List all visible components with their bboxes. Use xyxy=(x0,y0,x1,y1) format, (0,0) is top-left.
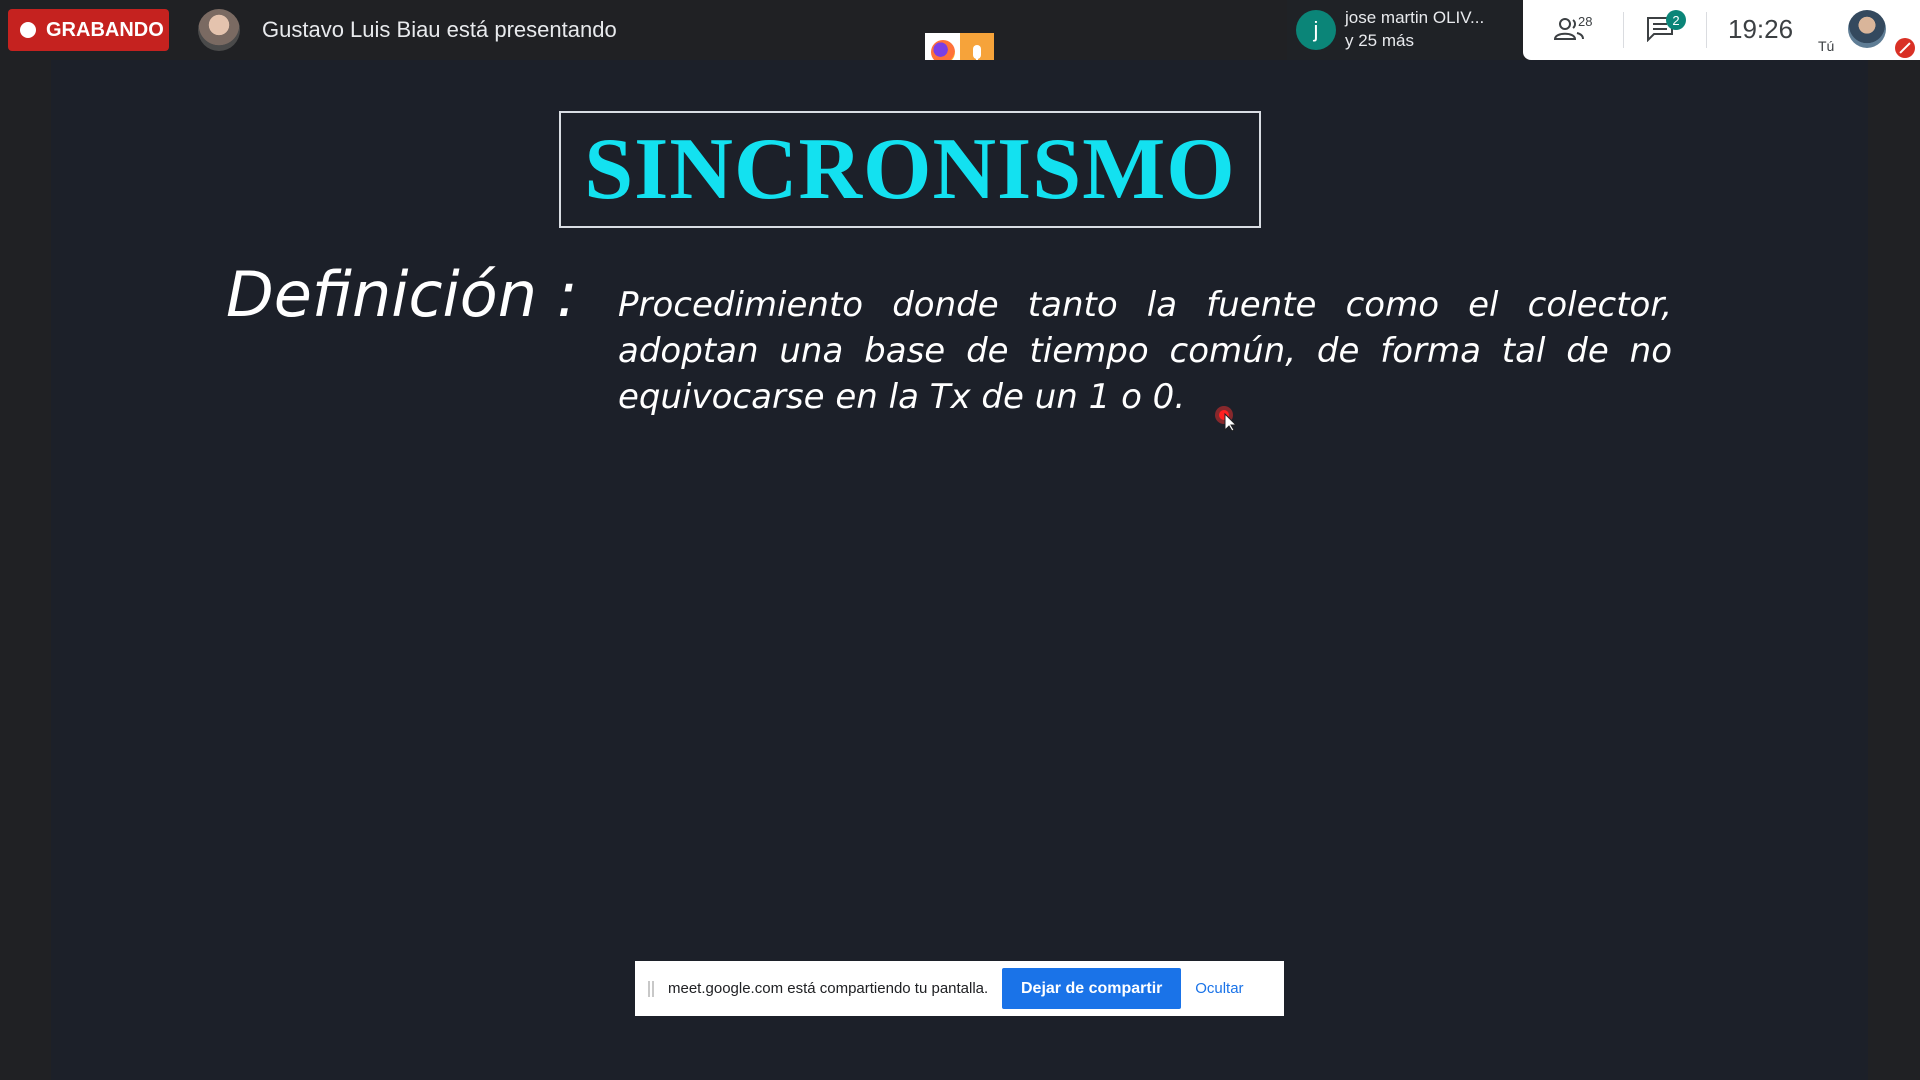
presenter-status-text: Gustavo Luis Biau está presentando xyxy=(262,17,617,42)
speaker-avatar: j xyxy=(1296,10,1336,50)
definition-label: Definición : xyxy=(226,258,578,331)
divider xyxy=(1706,12,1707,48)
self-label: Tú xyxy=(1818,38,1835,54)
divider xyxy=(1623,12,1624,48)
active-speakers[interactable]: j jose martin OLIV... y 25 más xyxy=(1287,0,1522,60)
participant-count: 28 xyxy=(1578,14,1593,29)
microphone-icon xyxy=(973,45,981,59)
share-message: meet.google.com está compartiendo tu pan… xyxy=(668,980,989,997)
meeting-clock: 19:26 xyxy=(1728,14,1794,44)
self-avatar[interactable] xyxy=(1848,10,1886,48)
presenter-avatar xyxy=(198,9,240,51)
shared-screen-slide: SINCRONISMO Definición : Procedimiento d… xyxy=(51,60,1868,1080)
laser-pointer-icon xyxy=(1215,406,1238,431)
chat-unread-badge: 2 xyxy=(1666,10,1686,30)
muted-mic-icon xyxy=(1895,38,1915,58)
definition-text: Procedimiento donde tanto la fuente como… xyxy=(618,285,1672,417)
meeting-top-bar: GRABANDO Gustavo Luis Biau está presenta… xyxy=(0,0,1920,71)
meeting-controls-panel: 28 2 19:26 Tú xyxy=(1523,0,1920,60)
speaker-others-count: y 25 más xyxy=(1345,31,1414,50)
hide-link[interactable]: Ocultar xyxy=(1195,980,1243,997)
speaker-name: jose martin OLIV... xyxy=(1345,8,1485,27)
slide-title: SINCRONISMO xyxy=(584,121,1236,218)
slide-title-box: SINCRONISMO xyxy=(559,111,1261,228)
screen-share-notification: meet.google.com está compartiendo tu pan… xyxy=(635,961,1284,1016)
stop-sharing-button[interactable]: Dejar de compartir xyxy=(1002,968,1182,1009)
recording-badge: GRABANDO xyxy=(8,9,169,51)
recording-label: GRABANDO xyxy=(46,18,164,41)
drag-handle-icon[interactable] xyxy=(648,980,654,997)
recording-dot-icon xyxy=(20,22,36,38)
